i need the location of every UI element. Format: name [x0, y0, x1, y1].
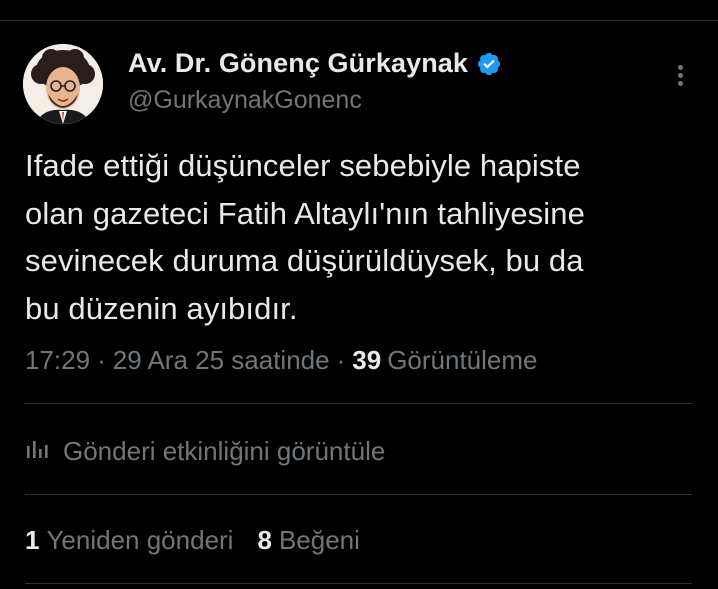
views-count: 39: [352, 345, 382, 375]
tweet-text: Ifade ettiği düşünceler sebebiyle hapist…: [25, 148, 585, 326]
divider: [25, 583, 692, 584]
view-post-activity-button[interactable]: Gönderi etkinliğini görüntüle: [25, 436, 385, 467]
separator-dot: ·: [336, 345, 346, 375]
reposts-link[interactable]: 1 Yeniden gönderi: [25, 525, 233, 556]
view-post-activity-label: Gönderi etkinliğini görüntüle: [63, 436, 386, 466]
top-divider: [0, 20, 718, 21]
analytics-bar-icon: [25, 436, 51, 467]
divider: [25, 494, 692, 495]
reposts-label: Yeniden gönderi: [46, 525, 234, 555]
avatar[interactable]: [23, 44, 103, 124]
views-label: Görüntüleme: [387, 345, 538, 375]
tweet-time[interactable]: 17:29: [25, 345, 90, 376]
author-handle[interactable]: @GurkaynakGonenc: [128, 86, 362, 115]
avatar-caricature-image: [23, 44, 103, 124]
reposts-count: 1: [25, 525, 40, 555]
divider: [25, 403, 692, 404]
tweet-metadata: 17:29 · 29 Ara 25 saatinde · 39 Görüntül…: [25, 345, 538, 376]
likes-label: Beğeni: [278, 525, 360, 555]
tweet-date[interactable]: 29 Ara 25 saatinde: [113, 345, 330, 376]
separator-dot: ·: [97, 345, 106, 375]
more-options-icon[interactable]: [668, 62, 692, 90]
likes-link[interactable]: 8 Beğeni: [257, 525, 359, 556]
author-display-name[interactable]: Av. Dr. Gönenç Gürkaynak: [128, 48, 468, 79]
author-row: Av. Dr. Gönenç Gürkaynak: [128, 48, 502, 79]
verified-badge-icon: [476, 51, 502, 77]
engagement-stats: 1 Yeniden gönderi 8 Beğeni: [25, 525, 360, 556]
likes-count: 8: [257, 525, 272, 555]
